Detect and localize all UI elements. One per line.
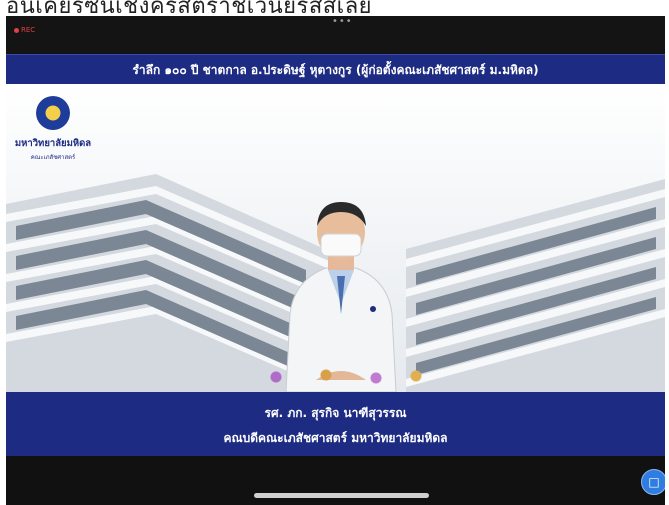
faculty-name-small: คณะเภสัชศาสตร์ (30, 154, 76, 161)
flower-arrangement-image (236, 367, 436, 387)
chat-button[interactable]: □ (641, 469, 665, 495)
title-banner: รำลึก ๑๐๐ ปี ชาตกาล อ.ประดิษฐ์ หุตางกูร … (6, 54, 665, 85)
video-frame: REC ••• รำลึก ๑๐๐ ปี ชาตกาล อ.ประดิษฐ์ ห… (6, 16, 665, 505)
title-banner-text: รำลึก ๑๐๐ ปี ชาตกาล อ.ประดิษฐ์ หุตางกูร … (132, 62, 539, 77)
chat-bubble-icon: □ (648, 475, 660, 489)
speaker-name: รศ. ภก. สุรกิจ นาฑีสุวรรณ (264, 406, 407, 420)
video-topbar: REC ••• (6, 16, 665, 54)
speaker-image (285, 202, 397, 392)
video-scene: มหาวิทยาลัยมหิดล คณะเภสัชศาสตร์ (6, 84, 665, 392)
building-right-image (406, 179, 665, 392)
university-seal-icon (36, 96, 70, 130)
home-indicator[interactable] (254, 493, 429, 498)
top-caption-text: อีนีเคียร์ซีนีเชิงคริสต์ราชีเวนีย์รัสสเล… (6, 0, 373, 16)
university-name: มหาวิทยาลัยมหิดล (14, 138, 92, 149)
video-bottombar: □ (6, 456, 665, 505)
speaker-title: คณบดีคณะเภสัชศาสตร์ มหาวิทยาลัยมหิดล (223, 431, 448, 445)
top-caption-strip: อีนีเคียร์ซีนีเชิงคริสต์ราชีเวนีย์รัสสเล… (0, 0, 669, 16)
name-banner: รศ. ภก. สุรกิจ นาฑีสุวรรณ คณบดีคณะเภสัชศ… (6, 392, 665, 456)
more-options-icon[interactable]: ••• (332, 16, 353, 27)
recording-indicator: REC (14, 26, 35, 34)
rec-label: REC (21, 26, 36, 34)
university-logo: มหาวิทยาลัยมหิดล คณะเภสัชศาสตร์ (8, 96, 98, 162)
record-dot-icon (14, 27, 19, 33)
